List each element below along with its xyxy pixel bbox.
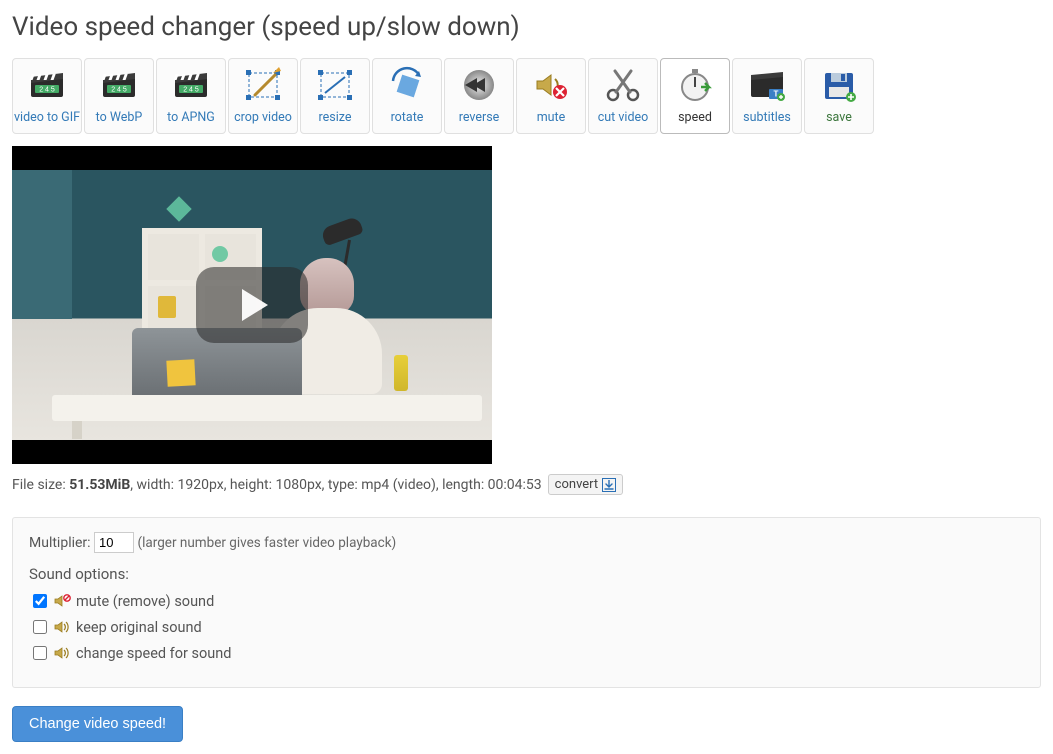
tool-label: save <box>826 111 852 125</box>
svg-text:2 4 5: 2 4 5 <box>183 87 199 94</box>
checkbox-keep-sound[interactable] <box>33 620 47 634</box>
tool-to-webp[interactable]: 2 4 5 to WebP <box>84 58 154 134</box>
clapper-webp-icon: 2 4 5 <box>97 65 141 105</box>
tool-rotate[interactable]: rotate <box>372 58 442 134</box>
tool-label: crop video <box>234 111 292 125</box>
tool-save[interactable]: save <box>804 58 874 134</box>
sound-option-change-sound: change speed for sound <box>29 643 1024 663</box>
crop-icon <box>241 65 285 105</box>
stopwatch-icon <box>673 65 717 105</box>
video-preview[interactable] <box>12 146 492 464</box>
subtitles-icon: T <box>745 65 789 105</box>
tool-label: speed <box>678 111 712 125</box>
tool-label: subtitles <box>743 111 791 125</box>
download-icon <box>602 478 616 492</box>
clapper-apng-icon: 2 4 5 <box>169 65 213 105</box>
sound-option-label: mute (remove) sound <box>76 593 214 610</box>
file-size-label: File size: <box>12 477 69 493</box>
speaker-mute-icon <box>54 594 72 608</box>
scissors-icon <box>601 65 645 105</box>
convert-button[interactable]: convert <box>548 474 623 495</box>
tool-label: rotate <box>391 111 424 125</box>
file-height: , height: 1080px <box>224 477 322 493</box>
reverse-icon <box>457 65 501 105</box>
change-speed-button[interactable]: Change video speed! <box>12 706 183 742</box>
floppy-icon <box>817 65 861 105</box>
sound-option-keep-sound: keep original sound <box>29 617 1024 637</box>
mute-icon <box>529 65 573 105</box>
page-title: Video speed changer (speed up/slow down) <box>12 12 1041 42</box>
multiplier-input[interactable] <box>94 532 134 553</box>
file-width: , width: 1920px <box>130 477 223 493</box>
play-icon <box>242 289 268 321</box>
tool-subtitles[interactable]: T subtitles <box>732 58 802 134</box>
file-size-value: 51.53MiB <box>69 477 130 493</box>
file-length: , length: 00:04:53 <box>436 477 542 493</box>
rotate-icon <box>385 65 429 105</box>
tool-resize[interactable]: resize <box>300 58 370 134</box>
options-panel: Multiplier: (larger number gives faster … <box>12 517 1041 688</box>
tool-speed[interactable]: speed <box>660 58 730 134</box>
sound-option-label: keep original sound <box>76 619 202 636</box>
tool-label: to WebP <box>96 111 143 125</box>
multiplier-hint: (larger number gives faster video playba… <box>138 535 397 551</box>
svg-text:2 4 5: 2 4 5 <box>111 87 127 94</box>
tool-label: resize <box>319 111 352 125</box>
sound-option-mute-sound: mute (remove) sound <box>29 591 1024 611</box>
tool-video-to-gif[interactable]: 2 4 5 video to GIF <box>12 58 82 134</box>
tool-label: mute <box>537 111 566 125</box>
tool-reverse[interactable]: reverse <box>444 58 514 134</box>
tool-label: reverse <box>459 111 500 125</box>
tool-mute[interactable]: mute <box>516 58 586 134</box>
sound-options-title: Sound options: <box>29 565 1024 583</box>
resize-icon <box>313 65 357 105</box>
tool-label: cut video <box>598 111 649 125</box>
checkbox-mute-sound[interactable] <box>33 594 47 608</box>
checkbox-change-sound[interactable] <box>33 646 47 660</box>
file-info: File size: 51.53MiB, width: 1920px, heig… <box>12 474 1041 495</box>
toolbar: 2 4 5 video to GIF 2 4 5 to WebP <box>12 58 1041 134</box>
tool-label: to APNG <box>167 111 215 125</box>
svg-text:2 4 5: 2 4 5 <box>39 87 55 94</box>
sound-option-label: change speed for sound <box>76 645 231 662</box>
multiplier-label: Multiplier: <box>29 535 91 551</box>
play-button[interactable] <box>196 267 308 343</box>
tool-label: video to GIF <box>14 111 80 125</box>
convert-label: convert <box>555 477 598 492</box>
tool-to-apng[interactable]: 2 4 5 to APNG <box>156 58 226 134</box>
speaker-on-icon <box>54 646 72 660</box>
speaker-on-icon <box>54 620 72 634</box>
clapper-gif-icon: 2 4 5 <box>25 65 69 105</box>
tool-crop-video[interactable]: crop video <box>228 58 298 134</box>
tool-cut-video[interactable]: cut video <box>588 58 658 134</box>
file-type: , type: mp4 (video) <box>322 477 436 493</box>
